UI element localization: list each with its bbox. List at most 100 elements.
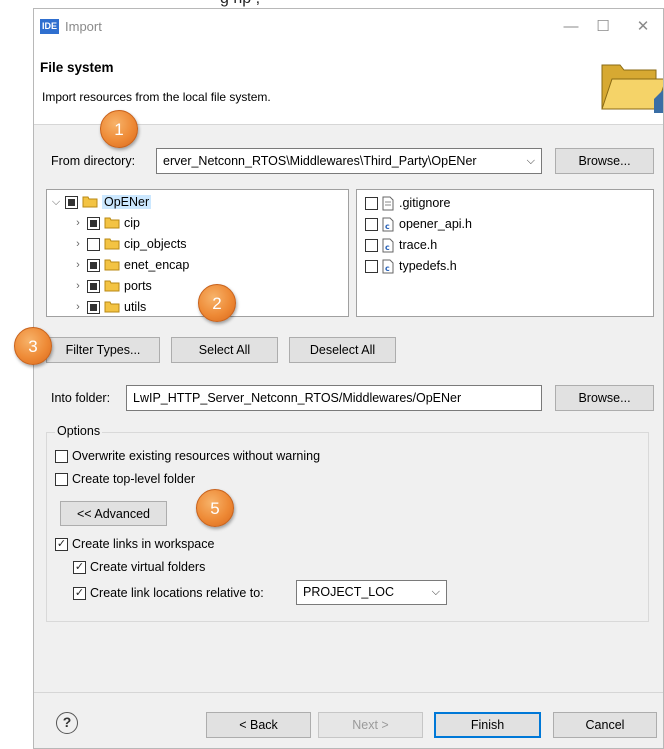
overwrite-checkbox[interactable] (55, 449, 68, 463)
from-browse-button[interactable]: Browse... (555, 148, 654, 174)
ide-logo-icon: IDE (40, 19, 59, 34)
filter-types-button[interactable]: Filter Types... (46, 337, 160, 363)
top-level-checkbox[interactable] (55, 472, 68, 486)
svg-text:c: c (385, 264, 390, 273)
chevron-right-icon[interactable]: › (71, 259, 85, 271)
caption-strip: g np , (0, 0, 664, 8)
relative-to-label: Create link locations relative to: (90, 586, 264, 600)
file-list[interactable]: .gitignore c opener_api.h c trace.h c ty… (356, 189, 654, 317)
cancel-button[interactable]: Cancel (553, 712, 657, 738)
close-button[interactable]: ✕ (628, 15, 658, 39)
footer-separator (34, 692, 663, 693)
tree-checkbox[interactable] (87, 258, 100, 272)
finish-button[interactable]: Finish (434, 712, 541, 738)
caption-fragment: g np , (220, 0, 260, 8)
tree-checkbox[interactable] (87, 216, 100, 230)
open-folder-icon (601, 64, 663, 113)
deselect-all-button[interactable]: Deselect All (289, 337, 396, 363)
file-item[interactable]: c opener_api.h (363, 214, 472, 234)
file-checkbox[interactable] (365, 259, 378, 273)
tree-item-enet-encap[interactable]: › enet_encap (71, 255, 189, 275)
folder-icon (104, 217, 120, 229)
top-level-checkbox-row[interactable]: Create top-level folder (53, 469, 195, 489)
virtual-folders-checkbox[interactable] (73, 560, 86, 574)
file-item[interactable]: .gitignore (363, 193, 450, 213)
folder-icon (104, 280, 120, 292)
tree-item-label: OpENer (102, 195, 152, 209)
tree-item-cip[interactable]: › cip (71, 213, 140, 233)
folder-icon (104, 301, 120, 313)
c-header-icon: c (382, 238, 394, 252)
c-header-icon: c (382, 259, 394, 273)
chevron-right-icon[interactable]: › (71, 238, 85, 250)
tree-item-opener[interactable]: ⌵ OpENer (49, 192, 152, 212)
tree-checkbox[interactable] (87, 279, 100, 293)
create-links-label: Create links in workspace (72, 537, 215, 551)
options-legend: Options (55, 424, 103, 438)
tree-item-ports[interactable]: › ports (71, 276, 152, 296)
top-level-label: Create top-level folder (72, 472, 195, 486)
relative-to-value: PROJECT_LOC (303, 585, 394, 599)
page-title: File system (40, 60, 114, 75)
step-badge-1: 1 (100, 110, 138, 148)
from-directory-value: erver_Netconn_RTOS\Middlewares\Third_Par… (163, 154, 477, 168)
tree-item-cip-objects[interactable]: › cip_objects (71, 234, 187, 254)
tree-checkbox[interactable] (87, 237, 100, 251)
overwrite-label: Overwrite existing resources without war… (72, 449, 321, 463)
tree-checkbox[interactable] (87, 300, 100, 314)
file-label: opener_api.h (399, 217, 472, 231)
folder-icon (104, 238, 120, 250)
advanced-button[interactable]: << Advanced (60, 501, 167, 526)
relative-to-checkbox[interactable] (73, 586, 86, 600)
file-item[interactable]: c typedefs.h (363, 256, 457, 276)
step-badge-3: 3 (14, 327, 52, 365)
into-folder-input[interactable]: LwIP_HTTP_Server_Netconn_RTOS/Middleware… (126, 385, 542, 411)
chevron-right-icon[interactable]: › (71, 280, 85, 292)
maximize-button[interactable]: ☐ (588, 15, 618, 39)
into-browse-button[interactable]: Browse... (555, 385, 654, 411)
file-label: .gitignore (399, 196, 451, 210)
relative-to-row[interactable]: Create link locations relative to: (71, 583, 264, 603)
file-label: trace.h (399, 238, 438, 252)
tree-item-utils[interactable]: › utils (71, 297, 146, 317)
tree-item-label: ports (124, 279, 152, 293)
file-checkbox[interactable] (365, 196, 378, 210)
file-item[interactable]: c trace.h (363, 235, 437, 255)
folder-icon (104, 259, 120, 271)
chevron-down-icon[interactable]: ⌵ (49, 196, 63, 209)
tree-item-label: utils (124, 300, 147, 314)
window-title: Import (65, 19, 102, 34)
text-file-icon (382, 196, 394, 210)
svg-text:c: c (385, 222, 390, 231)
from-directory-label: From directory: (51, 154, 136, 168)
file-label: typedefs.h (399, 259, 457, 273)
chevron-right-icon[interactable]: › (71, 217, 85, 229)
virtual-folders-row[interactable]: Create virtual folders (71, 557, 205, 577)
chevron-right-icon[interactable]: › (71, 301, 85, 313)
help-icon[interactable]: ? (56, 712, 78, 734)
overwrite-checkbox-row[interactable]: Overwrite existing resources without war… (53, 446, 320, 466)
from-directory-combo[interactable]: erver_Netconn_RTOS\Middlewares\Third_Par… (156, 148, 542, 174)
page-description: Import resources from the local file sys… (42, 90, 271, 104)
folder-icon (82, 196, 98, 208)
into-folder-label: Into folder: (51, 391, 111, 405)
step-badge-2: 2 (198, 284, 236, 322)
options-group: Options Overwrite existing resources wit… (46, 424, 649, 622)
chevron-down-icon[interactable]: ⌵ (527, 149, 535, 173)
title-bar: IDE Import — ☐ ✕ (34, 9, 663, 45)
back-button[interactable]: < Back (206, 712, 311, 738)
select-all-button[interactable]: Select All (171, 337, 278, 363)
svg-text:c: c (385, 243, 390, 252)
chevron-down-icon[interactable]: ⌵ (432, 581, 440, 604)
tree-item-label: cip_objects (124, 237, 187, 251)
tree-item-label: cip (124, 216, 140, 230)
next-button[interactable]: Next > (318, 712, 423, 738)
file-checkbox[interactable] (365, 217, 378, 231)
create-links-checkbox[interactable] (55, 537, 68, 551)
file-checkbox[interactable] (365, 238, 378, 252)
tree-item-label: enet_encap (124, 258, 190, 272)
relative-to-combo[interactable]: PROJECT_LOC ⌵ (296, 580, 447, 605)
tree-checkbox[interactable] (65, 195, 78, 209)
minimize-button[interactable]: — (556, 15, 586, 39)
create-links-row[interactable]: Create links in workspace (53, 534, 214, 554)
